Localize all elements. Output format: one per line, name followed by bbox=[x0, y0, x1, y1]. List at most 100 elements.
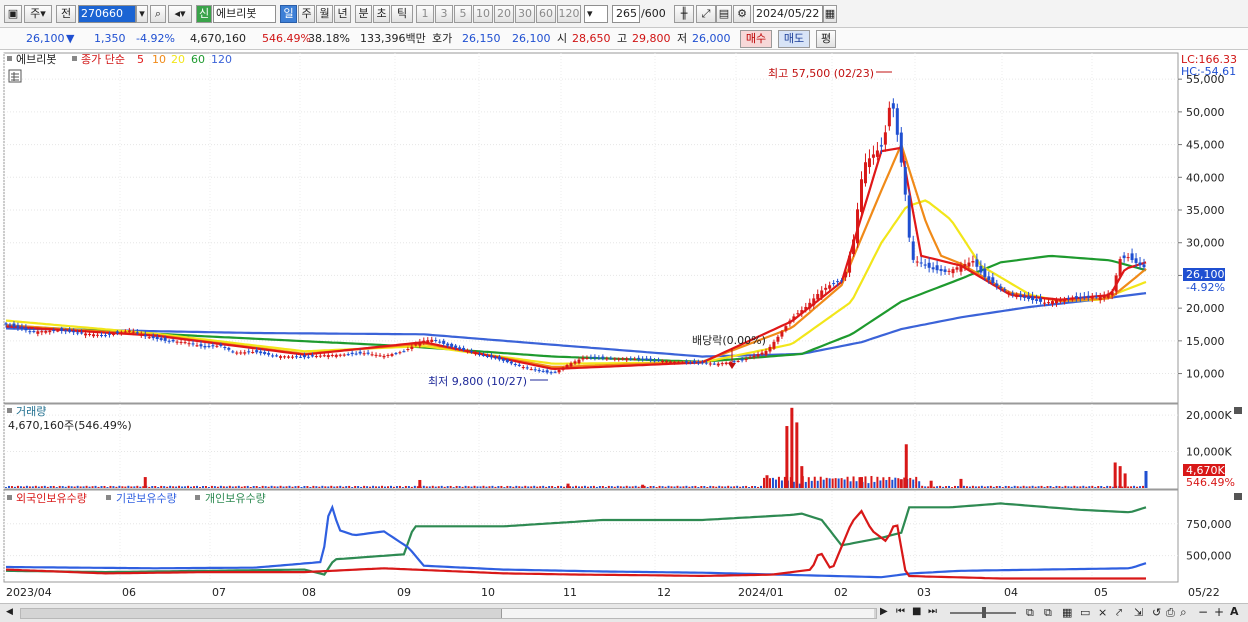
candle-body bbox=[649, 358, 653, 361]
candle-body bbox=[84, 333, 88, 336]
candle-body bbox=[1106, 293, 1110, 298]
date-tick-label: 09 bbox=[397, 586, 411, 599]
period-day[interactable]: 일 bbox=[280, 5, 297, 23]
interval-3[interactable]: 3 bbox=[435, 5, 453, 23]
candle-body bbox=[406, 348, 410, 350]
average-button[interactable]: 평 bbox=[816, 30, 836, 48]
sin-badge[interactable]: 신 bbox=[196, 5, 212, 23]
scroll-thumb[interactable] bbox=[501, 609, 874, 618]
candle-body bbox=[665, 361, 669, 363]
prev-button[interactable]: 전 bbox=[56, 5, 76, 23]
candle-body bbox=[935, 265, 939, 271]
candle-body bbox=[92, 334, 96, 337]
volume-bar bbox=[222, 486, 225, 488]
interval-120[interactable]: 120 bbox=[557, 5, 581, 23]
period-second[interactable]: 초 bbox=[373, 5, 390, 23]
chart-svg[interactable]: 10,00015,00020,00025,00030,00035,00040,0… bbox=[0, 50, 1248, 603]
candle-body bbox=[1039, 298, 1043, 302]
period-tick[interactable]: 틱 bbox=[391, 5, 413, 23]
code-dropdown-icon[interactable]: ▾ bbox=[136, 5, 148, 23]
date-axis: 2023/04 06 07 08 09 10 11 12 2024/01 02 03 04 05 05/2… bbox=[6, 586, 1220, 599]
step-back-icon[interactable]: ⏮ bbox=[896, 606, 905, 617]
legend-institution[interactable]: 기관보유수량 bbox=[116, 492, 177, 505]
trend-icon[interactable]: ⤤ bbox=[1116, 606, 1122, 620]
volume-bar bbox=[148, 486, 151, 488]
scroll-left-icon[interactable]: ◀ bbox=[6, 607, 13, 617]
period-month[interactable]: 월 bbox=[316, 5, 333, 23]
search-icon[interactable]: ⌕ bbox=[150, 5, 166, 23]
candle-body bbox=[151, 336, 155, 339]
scroll-track[interactable] bbox=[20, 608, 877, 619]
candle-body bbox=[24, 327, 28, 331]
window-icon[interactable]: ▣ bbox=[4, 5, 22, 23]
cross-icon[interactable]: ⨯ bbox=[1098, 606, 1107, 619]
ma120-legend[interactable]: 120 bbox=[211, 53, 232, 66]
volume-bar bbox=[1001, 487, 1004, 488]
candle-body bbox=[474, 353, 478, 355]
volume-panel-close-icon[interactable] bbox=[1234, 407, 1242, 414]
holding-panel-close-icon[interactable] bbox=[1234, 493, 1242, 500]
interval-custom-dropdown[interactable]: ▾ bbox=[584, 5, 608, 23]
zoom-in-icon[interactable]: + bbox=[1214, 605, 1224, 619]
grid-icon[interactable]: ▦ bbox=[1062, 606, 1072, 619]
zoom-out-icon[interactable]: − bbox=[1198, 605, 1208, 619]
volume-bar bbox=[1064, 485, 1067, 488]
candle-body bbox=[863, 162, 867, 184]
interval-1[interactable]: 1 bbox=[416, 5, 434, 23]
candle-body bbox=[143, 334, 147, 337]
sell-button[interactable]: 매도 bbox=[778, 30, 810, 48]
volume-bar bbox=[658, 485, 661, 488]
sound-icon[interactable]: ◂▾ bbox=[168, 5, 192, 23]
interval-30[interactable]: 30 bbox=[515, 5, 535, 23]
candle-body bbox=[959, 265, 963, 272]
candle-body bbox=[485, 355, 489, 357]
candle-type-icon[interactable]: ╫ bbox=[674, 5, 694, 23]
ma60-legend[interactable]: 60 bbox=[191, 53, 205, 66]
period-minute[interactable]: 분 bbox=[355, 5, 372, 23]
interval-5[interactable]: 5 bbox=[454, 5, 472, 23]
gear-icon[interactable]: ⚙ bbox=[733, 5, 751, 23]
search-zoom-icon[interactable]: ⌕ bbox=[1180, 605, 1187, 620]
ma20-legend[interactable]: 20 bbox=[171, 53, 185, 66]
candle-body bbox=[76, 332, 80, 334]
mode-select[interactable]: 주▾ bbox=[24, 5, 52, 23]
play-icon[interactable]: ▶ bbox=[880, 606, 888, 617]
stock-code-input[interactable]: 270660 bbox=[78, 5, 136, 23]
window-icon-2[interactable]: ▭ bbox=[1080, 606, 1090, 619]
font-size-icon[interactable]: A bbox=[1230, 605, 1239, 618]
print-icon[interactable]: ⎙ bbox=[1166, 606, 1175, 620]
date-input[interactable]: 2024/05/22 bbox=[753, 5, 823, 23]
zoom-slider-handle[interactable] bbox=[982, 607, 986, 618]
candle-body bbox=[12, 323, 16, 327]
ma5-legend[interactable]: 5 bbox=[137, 53, 144, 66]
interval-10[interactable]: 10 bbox=[473, 5, 493, 23]
undo-icon[interactable]: ↺ bbox=[1152, 606, 1161, 619]
stop-icon[interactable]: ■ bbox=[912, 606, 921, 617]
period-week[interactable]: 주 bbox=[298, 5, 315, 23]
interval-60[interactable]: 60 bbox=[536, 5, 556, 23]
volume-bar bbox=[1004, 485, 1007, 488]
candle-body bbox=[780, 331, 784, 337]
ma10-legend[interactable]: 10 bbox=[152, 53, 166, 66]
layout-icon[interactable]: ⧉ bbox=[1026, 606, 1034, 620]
volume-bar bbox=[46, 486, 49, 488]
period-year[interactable]: 년 bbox=[334, 5, 351, 23]
legend-foreign[interactable]: 외국인보유수량 bbox=[16, 492, 87, 505]
step-forward-icon[interactable]: ⏭ bbox=[928, 606, 937, 617]
legend-individual[interactable]: 개인보유수량 bbox=[205, 492, 266, 505]
last-price-label: 26,100 bbox=[1186, 268, 1225, 281]
fit-icon[interactable]: ⇲ bbox=[1134, 606, 1143, 619]
bar-count-input[interactable]: 265 bbox=[612, 5, 640, 23]
buy-button[interactable]: 매수 bbox=[740, 30, 772, 48]
save-icon[interactable]: ▤ bbox=[716, 5, 732, 23]
chart-area[interactable]: 10,00015,00020,00025,00030,00035,00040,0… bbox=[0, 50, 1248, 603]
calendar-icon[interactable]: ▦ bbox=[823, 5, 837, 23]
interval-20[interactable]: 20 bbox=[494, 5, 514, 23]
volume-bar bbox=[646, 486, 649, 488]
copy-icon[interactable]: ⧉ bbox=[1044, 606, 1052, 620]
date-tick-label: 2023/04 bbox=[6, 586, 52, 599]
volume-bar bbox=[195, 485, 198, 488]
draw-tool-icon[interactable]: ⤢ bbox=[696, 5, 716, 23]
volume-bar bbox=[112, 486, 115, 488]
scroll-bar[interactable]: ◀ ▶ ⏮ ■ ⏭ ⧉ ⧉ ▦ ▭ ⨯ ⤤ ⇲ ↺ ⎙ ⌕ − + A bbox=[0, 603, 1248, 622]
